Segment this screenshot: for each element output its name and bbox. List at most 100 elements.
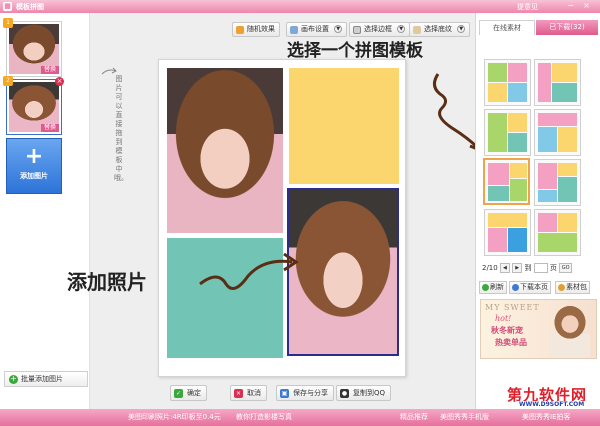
delete-icon[interactable]: × [55,77,64,86]
status-link-mobile[interactable]: 美图秀秀手机版 [440,409,489,426]
status-label-recommend: 精品推荐 [400,413,428,421]
feedback-link[interactable]: 提意见 [517,2,538,12]
page-unit-label: 页 [549,264,557,272]
promo-model-image [550,302,590,358]
template-thumbnail[interactable] [534,109,581,156]
refresh-button[interactable]: 刷新 [479,281,507,294]
cancel-button[interactable]: × 取消 [230,385,267,401]
template-cell [538,127,557,152]
template-cell [488,186,509,201]
template-cell [552,83,577,102]
template-cell [558,177,577,202]
copy-qq-button[interactable]: ● 复制到QQ [336,385,392,401]
app-logo-icon: ▦ [3,2,12,11]
qq-penguin-icon: ● [340,389,349,398]
minimize-button[interactable]: − [566,2,575,11]
chevron-down-icon: ▼ [397,25,406,33]
template-cell [558,127,577,152]
photo-list-panel: 1 替换 2 × 替换 + 添加图片 + 批量添加图片 [0,13,90,409]
cancel-label: 取消 [247,389,261,397]
material-pack-button[interactable]: 素材包 [555,281,590,294]
promo-banner[interactable]: MY SWEET hot! 秋冬新宠 热卖单品 [480,299,597,359]
download-page-label: 下载本页 [520,283,548,291]
watermark-url: WWW.D9SOFT.COM [517,401,587,408]
empty-slot-yellow[interactable] [289,68,399,184]
drag-hint-text: 图片可以直接拖到模板中哦。 [114,75,128,182]
add-photo-label: 添加图片 [20,172,48,180]
thumbnail-number: 1 [3,18,13,28]
template-thumbnail[interactable] [484,59,531,106]
template-cell [508,228,527,252]
goto-label: 到 [524,264,532,272]
download-page-button[interactable]: 下载本页 [509,281,551,294]
template-cell [538,63,551,102]
collage-board [158,59,406,377]
replace-button[interactable]: 替换 [40,66,59,74]
chevron-down-icon: ▼ [457,25,466,33]
select-border-label: 选择边框 [364,25,392,33]
check-icon: ✓ [174,389,183,398]
template-cell [508,133,527,152]
refresh-label: 刷新 [490,283,504,291]
save-share-label: 保存与分享 [293,389,328,397]
close-button[interactable]: × [582,2,591,11]
template-cell [488,213,527,227]
random-effect-label: 随机效果 [247,25,275,33]
add-photo-button[interactable]: + 添加图片 [6,138,62,194]
save-icon: ▣ [280,389,289,398]
promo-hot: hot! [495,314,512,323]
ok-button[interactable]: ✓ 确定 [170,385,207,401]
window-title: 模板拼图 [16,3,44,11]
go-button[interactable]: GO [559,263,573,273]
template-thumbnail[interactable] [534,59,581,106]
page-number-input[interactable] [533,263,548,273]
template-cell [508,113,527,132]
title-bar: ▦ 模板拼图 提意见 − × [0,0,600,13]
tab-online-materials[interactable]: 在线素材 [479,20,535,35]
template-cell [558,163,577,176]
canvas-area: 随机效果 画布设置 ▼ 选择边框 ▼ 选择底纹 ▼ 图片可以直接拖到模板中哦。 … [90,13,475,409]
photo-slot-1[interactable] [167,68,283,233]
border-icon [353,26,361,34]
template-thumbnail-selected[interactable] [483,158,530,205]
chevron-down-icon: ▼ [334,25,343,33]
template-cell [488,163,509,185]
photo-thumbnail[interactable]: 2 × 替换 [3,76,64,135]
canvas-settings-button[interactable]: 画布设置 ▼ [286,22,348,37]
template-cell [488,63,507,82]
template-thumbnail[interactable] [484,109,531,156]
dice-icon [236,26,244,34]
template-cell [508,83,527,102]
site-watermark: 第九软件网 WWW.D9SOFT.COM [507,384,599,410]
template-cell [488,113,507,152]
select-texture-button[interactable]: 选择底纹 ▼ [409,22,471,37]
save-share-button[interactable]: ▣ 保存与分享 [276,385,334,401]
status-link-studio[interactable]: 教你打造影楼写真 [236,409,292,426]
refresh-icon [482,284,489,291]
random-effect-button[interactable]: 随机效果 [232,22,280,37]
select-border-button[interactable]: 选择边框 ▼ [349,22,411,37]
annotation-add-photo: 添加照片 [67,270,147,294]
template-cell [538,190,557,202]
template-thumbnail[interactable] [484,209,531,256]
batch-add-button[interactable]: + 批量添加图片 [4,371,88,387]
next-page-button[interactable]: ▶ [512,263,523,273]
status-bar: 美图印刷照片:4R印板至0.4元 教你打造影楼写真 精品推荐 美图秀秀手机版 美… [0,409,600,426]
status-link-ie[interactable]: 美图秀秀IE拍客 [522,409,571,426]
template-thumbnail[interactable] [534,159,581,206]
package-icon [558,284,565,291]
template-thumbnail[interactable] [534,209,581,256]
template-panel: 在线素材 已下载(32) 2/10 ◀ ▶ 到 页 GO 刷新 下载本页 素材包… [475,13,600,409]
promo-line-2: 热卖单品 [495,338,527,347]
status-link-print[interactable]: 美图印刷照片:4R印板至0.4元 [128,409,221,426]
template-cell [538,213,557,232]
template-pager: 2/10 ◀ ▶ 到 页 GO [482,263,573,274]
template-cell [488,228,507,252]
promo-title: MY SWEET [485,303,540,312]
photo-thumbnail[interactable]: 1 替换 [3,18,62,77]
plus-circle-icon: + [9,374,18,384]
prev-page-button[interactable]: ◀ [499,263,510,273]
tab-downloaded[interactable]: 已下载(32) [536,20,598,35]
replace-button[interactable]: 替换 [40,124,59,132]
select-texture-label: 选择底纹 [424,25,452,33]
